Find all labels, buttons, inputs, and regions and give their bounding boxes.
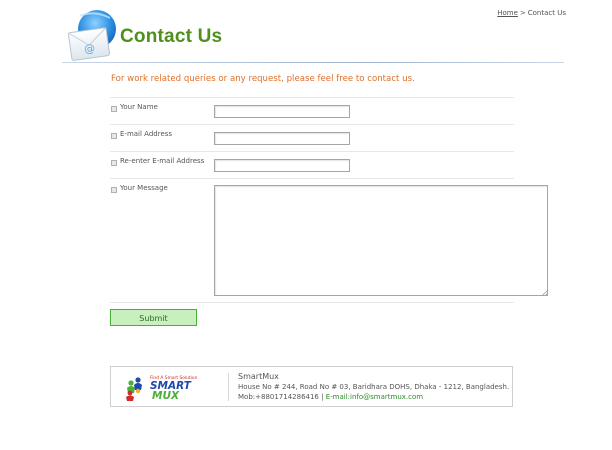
header-divider: [62, 62, 564, 63]
email-confirm-input[interactable]: [214, 159, 350, 172]
message-label: Your Message: [120, 184, 168, 192]
footer-divider: [228, 373, 229, 401]
email-input[interactable]: [214, 132, 350, 145]
page-title: Contact Us: [120, 26, 223, 47]
footer-contact-box: Find A Smart Solution SMART MUX SmartMux…: [110, 366, 513, 407]
email-label: E-mail Address: [120, 130, 173, 138]
people-cluster-logo-icon: [126, 377, 142, 401]
message-textarea[interactable]: [214, 185, 548, 296]
footer-info: SmartMux House No # 244, Road No # 03, B…: [238, 372, 509, 402]
bullet-icon: [111, 133, 117, 139]
submit-button[interactable]: Submit: [110, 309, 197, 326]
bullet-icon: [111, 187, 117, 193]
email-confirm-label: Re-enter E-mail Address: [120, 157, 205, 165]
form-row-email-confirm: Re-enter E-mail Address: [110, 151, 514, 178]
form-row-name: Your Name: [110, 97, 514, 124]
email-envelope-icon: @: [67, 10, 116, 61]
svg-text:@: @: [83, 41, 96, 55]
contact-separator: |: [321, 393, 324, 401]
resize-grip-icon[interactable]: [542, 290, 548, 296]
contact-form: Your Name E-mail Address Re-enter E-mail…: [110, 97, 548, 303]
breadcrumb-separator: >: [519, 9, 526, 17]
name-input[interactable]: [214, 105, 350, 118]
bullet-icon: [111, 160, 117, 166]
breadcrumb: Home > Contact Us: [480, 9, 566, 17]
bullet-icon: [111, 106, 117, 112]
company-name: SmartMux: [238, 372, 279, 381]
form-row-email: E-mail Address: [110, 124, 514, 151]
form-row-message: Your Message: [110, 178, 548, 303]
company-email-link[interactable]: E-mail:info@smartmux.com: [326, 393, 423, 401]
breadcrumb-current: Contact Us: [527, 9, 566, 17]
breadcrumb-home-link[interactable]: Home: [497, 9, 518, 17]
company-contact-line: Mob:+8801714286416 | E-mail:info@smartmu…: [238, 392, 509, 402]
logo-word-mux: MUX: [152, 390, 180, 402]
company-phone: Mob:+8801714286416: [238, 393, 319, 401]
intro-text: For work related queries or any request,…: [111, 74, 415, 84]
smartmux-logo: Find A Smart Solution SMART MUX: [126, 375, 198, 402]
company-address: House No # 244, Road No # 03, Baridhara …: [238, 383, 510, 391]
name-label: Your Name: [120, 103, 158, 111]
